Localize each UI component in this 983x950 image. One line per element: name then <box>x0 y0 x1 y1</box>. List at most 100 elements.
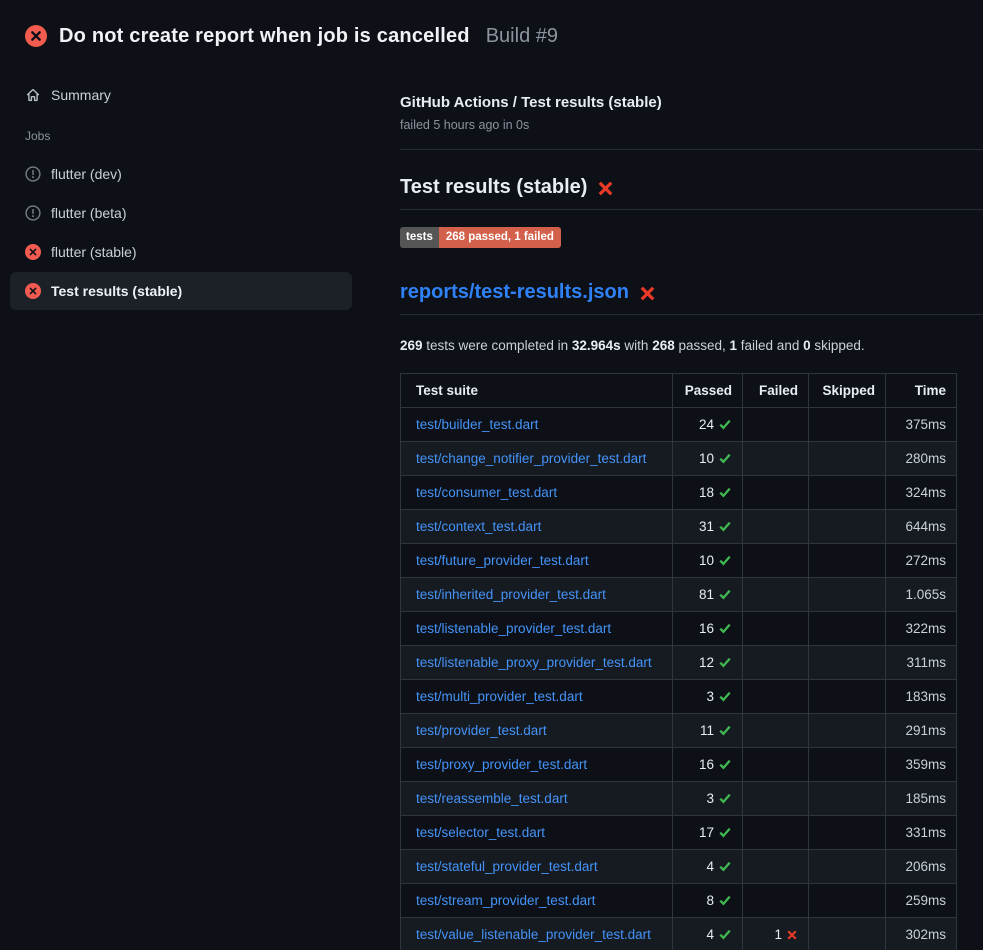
column-header-failed: Failed <box>743 373 809 407</box>
sidebar: Summary Jobs flutter (dev) flutter (beta)… <box>0 56 390 311</box>
failed-cell <box>743 543 809 577</box>
suite-cell: test/builder_test.dart <box>401 407 673 441</box>
failed-status-icon <box>25 283 41 299</box>
suite-link[interactable]: test/listenable_provider_test.dart <box>416 621 611 636</box>
main-content: GitHub Actions / Test results (stable) f… <box>390 56 983 950</box>
sidebar-item-flutter-stable[interactable]: flutter (stable) <box>10 233 352 271</box>
failed-cell <box>743 713 809 747</box>
passed-cell: 8 <box>673 883 743 917</box>
table-row: test/selector_test.dart17331ms <box>401 815 957 849</box>
check-icon <box>718 791 732 806</box>
column-header-test-suite: Test suite <box>401 373 673 407</box>
table-row: test/future_provider_test.dart10272ms <box>401 543 957 577</box>
sidebar-item-test-results-stable[interactable]: Test results (stable) <box>10 272 352 310</box>
home-icon <box>25 87 41 103</box>
passed-cell: 31 <box>673 509 743 543</box>
table-row: test/listenable_proxy_provider_test.dart… <box>401 645 957 679</box>
skipped-cell <box>809 645 886 679</box>
failed-cell <box>743 849 809 883</box>
summary-segment: 1 <box>730 338 738 353</box>
skipped-cell <box>809 407 886 441</box>
test-summary-sentence: 269 tests were completed in 32.964s with… <box>400 338 983 353</box>
sidebar-item-label: flutter (beta) <box>51 205 126 221</box>
time-cell: 322ms <box>886 611 957 645</box>
failed-status-icon <box>25 244 41 260</box>
check-icon <box>718 689 732 704</box>
failed-cell <box>743 883 809 917</box>
check-icon <box>718 927 732 942</box>
suite-link[interactable]: test/consumer_test.dart <box>416 485 557 500</box>
jobs-section-heading: Jobs <box>0 129 390 143</box>
passed-cell: 16 <box>673 611 743 645</box>
suite-link[interactable]: test/listenable_proxy_provider_test.dart <box>416 655 652 670</box>
suite-link[interactable]: test/reassemble_test.dart <box>416 791 568 806</box>
breadcrumb: GitHub Actions / Test results (stable) <box>400 94 983 111</box>
table-row: test/multi_provider_test.dart 3 183ms <box>401 679 957 713</box>
check-icon <box>718 893 732 908</box>
time-cell: 311ms <box>886 645 957 679</box>
summary-segment: with <box>621 338 653 353</box>
skipped-cell <box>809 849 886 883</box>
suite-link[interactable]: test/selector_test.dart <box>416 825 545 840</box>
neutral-status-icon <box>25 166 41 182</box>
suite-cell: test/proxy_provider_test.dart <box>401 747 673 781</box>
skipped-cell <box>809 611 886 645</box>
failed-cell <box>743 407 809 441</box>
table-row: test/value_listenable_provider_test.dart… <box>401 917 957 950</box>
report-file-title[interactable]: reports/test-results.json <box>400 281 983 315</box>
suite-cell: test/inherited_provider_test.dart <box>401 577 673 611</box>
suite-link[interactable]: test/inherited_provider_test.dart <box>416 587 606 602</box>
fail-x-icon <box>597 180 614 197</box>
suite-link[interactable]: test/value_listenable_provider_test.dart <box>416 927 651 942</box>
skipped-cell <box>809 815 886 849</box>
time-cell: 644ms <box>886 509 957 543</box>
suite-link[interactable]: test/context_test.dart <box>416 519 541 534</box>
passed-cell: 16 <box>673 747 743 781</box>
summary-segment: failed and <box>737 338 803 353</box>
check-icon <box>718 757 732 772</box>
suite-link[interactable]: test/multi_provider_test.dart <box>416 689 583 704</box>
suite-link[interactable]: test/builder_test.dart <box>416 417 538 432</box>
divider <box>400 149 983 150</box>
report-file-link[interactable]: reports/test-results.json <box>400 281 629 304</box>
passed-cell: 3 <box>673 679 743 713</box>
suite-cell: test/change_notifier_provider_test.dart <box>401 441 673 475</box>
time-cell: 183ms <box>886 679 957 713</box>
suite-link[interactable]: test/stateful_provider_test.dart <box>416 859 598 874</box>
summary-segment: 268 <box>652 338 675 353</box>
check-icon <box>718 519 732 534</box>
check-icon <box>718 587 732 602</box>
suite-cell: test/stateful_provider_test.dart <box>401 849 673 883</box>
failed-cell: 1 <box>743 917 809 950</box>
skipped-cell <box>809 475 886 509</box>
summary-segment: 32.964s <box>572 338 621 353</box>
suite-link[interactable]: test/provider_test.dart <box>416 723 547 738</box>
passed-cell: 12 <box>673 645 743 679</box>
suite-link[interactable]: test/future_provider_test.dart <box>416 553 589 568</box>
sidebar-item-flutter-dev[interactable]: flutter (dev) <box>10 155 352 193</box>
passed-cell: 10 <box>673 543 743 577</box>
skipped-cell <box>809 543 886 577</box>
failed-cell <box>743 611 809 645</box>
table-row: test/stateful_provider_test.dart4206ms <box>401 849 957 883</box>
failed-cell <box>743 509 809 543</box>
sidebar-item-label: Test results (stable) <box>51 283 182 299</box>
badge-value: 268 passed, 1 failed <box>439 227 561 248</box>
suite-link[interactable]: test/stream_provider_test.dart <box>416 893 595 908</box>
results-table: Test suitePassedFailedSkippedTime test/b… <box>400 373 957 950</box>
sidebar-item-label: flutter (dev) <box>51 166 122 182</box>
sidebar-item-flutter-beta[interactable]: flutter (beta) <box>10 194 352 232</box>
run-meta: failed 5 hours ago in 0s <box>400 118 983 132</box>
table-row: test/proxy_provider_test.dart16359ms <box>401 747 957 781</box>
table-row: test/consumer_test.dart18324ms <box>401 475 957 509</box>
check-icon <box>718 451 732 466</box>
tests-badge: tests 268 passed, 1 failed <box>400 227 561 248</box>
time-cell: 206ms <box>886 849 957 883</box>
suite-link[interactable]: test/change_notifier_provider_test.dart <box>416 451 646 466</box>
skipped-cell <box>809 883 886 917</box>
table-row: test/reassemble_test.dart3185ms <box>401 781 957 815</box>
suite-cell: test/listenable_proxy_provider_test.dart <box>401 645 673 679</box>
suite-link[interactable]: test/proxy_provider_test.dart <box>416 757 587 772</box>
sidebar-item-summary[interactable]: Summary <box>10 79 352 111</box>
suite-cell: test/stream_provider_test.dart <box>401 883 673 917</box>
